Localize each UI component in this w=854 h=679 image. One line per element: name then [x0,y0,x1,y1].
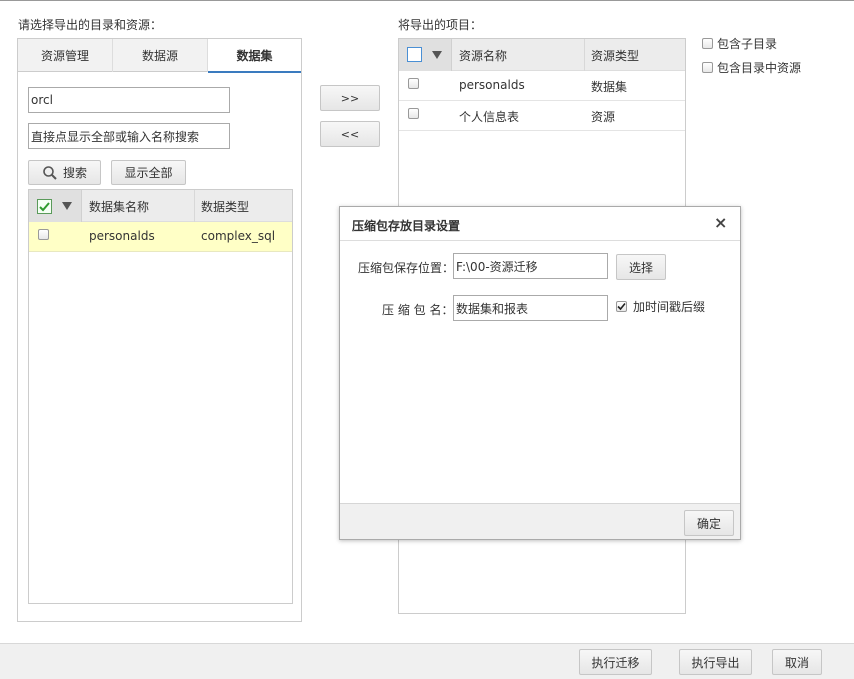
tab-dataset[interactable]: 数据集 [208,39,301,73]
tab-label: 数据集 [236,48,273,63]
compress-settings-dialog: 压缩包存放目录设置 × 压缩包保存位置： F:\00-资源迁移 选择 压 缩 包… [339,206,741,540]
include-resources-checkbox[interactable] [702,62,713,73]
show-all-label: 显示全部 [124,166,173,180]
row-data-type: complex_sql [201,229,276,243]
dialog-title: 压缩包存放目录设置 [352,219,461,233]
dialog-divider [340,240,740,241]
cancel-button[interactable]: 取消 [772,649,822,675]
column-divider [584,39,585,71]
remove-label: << [340,127,360,141]
tab-label: 数据源 [141,49,178,63]
filter-input[interactable]: orcl [28,87,230,113]
package-name-value: 数据集和报表 [456,301,529,316]
column-divider [194,190,195,222]
close-icon[interactable]: × [714,213,727,232]
left-section-title: 请选择导出的目录和资源： [18,18,163,32]
left-panel: 资源管理 数据源 数据集 orcl 直接点显示全部或输入名称搜索 搜索 显示全部… [17,38,302,622]
execute-export-button[interactable]: 执行导出 [679,649,752,675]
select-folder-button[interactable]: 选择 [616,254,666,280]
row-checkbox[interactable] [408,78,419,89]
timestamp-checkbox[interactable] [616,301,627,312]
column-header-data-type: 数据类型 [201,200,250,214]
ok-label: 确定 [696,516,721,531]
timestamp-label: 加时间戳后缀 [633,300,706,314]
export-label: 执行导出 [691,655,740,670]
tab-label: 资源管理 [40,49,89,63]
filter-value: orcl [31,93,53,107]
row-resource-type: 数据集 [591,80,628,94]
ok-button[interactable]: 确定 [684,510,734,536]
dropdown-arrow-icon[interactable] [432,51,442,59]
search-button-label: 搜索 [62,166,87,180]
remove-from-export-button[interactable]: << [320,121,380,147]
row-checkbox[interactable] [38,229,49,240]
export-select-all-checkbox[interactable] [407,47,422,62]
tab-resource-management[interactable]: 资源管理 [18,39,113,72]
top-border [0,0,854,1]
table-row[interactable]: personalds 数据集 [399,71,685,101]
include-subdir-checkbox[interactable] [702,38,713,49]
search-input[interactable]: 直接点显示全部或输入名称搜索 [28,123,230,149]
package-name-input[interactable]: 数据集和报表 [453,295,608,321]
column-header-resource-name: 资源名称 [459,49,508,63]
cancel-label: 取消 [784,655,809,670]
dialog-footer [340,503,740,539]
save-location-label: 压缩包保存位置： [358,261,455,275]
dropdown-arrow-icon[interactable] [62,202,72,210]
tab-datasource[interactable]: 数据源 [113,39,208,72]
search-placeholder: 直接点显示全部或输入名称搜索 [31,129,200,144]
search-icon [43,165,57,180]
save-location-value: F:\00-资源迁移 [456,259,538,274]
search-button[interactable]: 搜索 [28,160,101,185]
package-name-label: 压 缩 包 名： [382,303,454,317]
checkmark-icon [39,202,50,212]
add-label: >> [340,91,360,105]
include-subdir-label: 包含子目录 [717,37,778,51]
row-dataset-name: personalds [89,229,155,243]
row-resource-type: 资源 [591,110,616,124]
column-header-dataset-name: 数据集名称 [89,200,150,214]
row-checkbox[interactable] [408,108,419,119]
row-resource-name: 个人信息表 [459,110,520,124]
row-resource-name: personalds [459,78,525,92]
execute-migrate-button[interactable]: 执行迁移 [579,649,652,675]
dataset-table: 数据集名称 数据类型 personalds complex_sql [28,189,293,604]
include-resources-label: 包含目录中资源 [717,61,802,75]
checkmark-icon [617,302,626,311]
select-all-checkbox[interactable] [37,199,52,214]
migrate-label: 执行迁移 [591,655,640,670]
save-location-input[interactable]: F:\00-资源迁移 [453,253,608,279]
table-row[interactable]: 个人信息表 资源 [399,101,685,131]
right-section-title: 将导出的项目： [398,18,483,32]
select-button-label: 选择 [628,260,653,275]
add-to-export-button[interactable]: >> [320,85,380,111]
column-header-resource-type: 资源类型 [591,49,640,63]
show-all-button[interactable]: 显示全部 [111,160,186,185]
table-row[interactable]: personalds complex_sql [29,222,292,252]
